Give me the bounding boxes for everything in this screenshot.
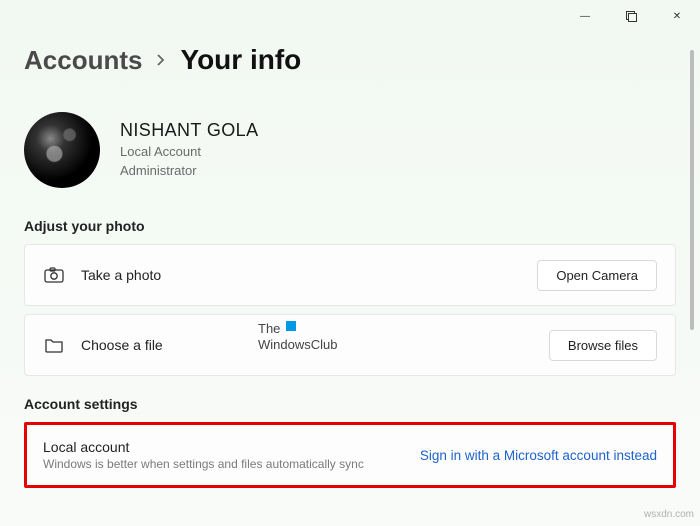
- minimize-button[interactable]: —: [562, 0, 608, 32]
- scrollbar[interactable]: [690, 50, 694, 330]
- sign-in-ms-account-link[interactable]: Sign in with a Microsoft account instead: [420, 448, 657, 463]
- take-photo-label: Take a photo: [81, 267, 537, 283]
- local-account-row: Local account Windows is better when set…: [24, 422, 676, 488]
- browse-files-button[interactable]: Browse files: [549, 330, 657, 361]
- window-controls: — ✕: [562, 0, 700, 32]
- profile-account-type: Local Account: [120, 143, 259, 161]
- folder-icon: [43, 337, 65, 353]
- choose-file-row: Choose a file Browse files: [24, 314, 676, 376]
- choose-file-label: Choose a file: [81, 337, 549, 353]
- account-settings-heading: Account settings: [24, 396, 676, 412]
- camera-icon: [43, 267, 65, 283]
- local-account-description: Windows is better when settings and file…: [43, 457, 420, 471]
- maximize-icon: [626, 11, 637, 22]
- close-button[interactable]: ✕: [654, 0, 700, 32]
- profile-name: NISHANT GOLA: [120, 120, 259, 141]
- breadcrumb: Accounts Your info: [24, 44, 676, 76]
- maximize-button[interactable]: [608, 0, 654, 32]
- avatar[interactable]: [24, 112, 100, 188]
- take-photo-row: Take a photo Open Camera: [24, 244, 676, 306]
- chevron-right-icon: [156, 53, 166, 67]
- profile-role: Administrator: [120, 162, 259, 180]
- attribution-text: wsxdn.com: [644, 509, 694, 520]
- profile-block: NISHANT GOLA Local Account Administrator: [24, 112, 676, 188]
- photo-section-heading: Adjust your photo: [24, 218, 676, 234]
- breadcrumb-parent[interactable]: Accounts: [24, 45, 142, 76]
- local-account-title: Local account: [43, 439, 420, 455]
- open-camera-button[interactable]: Open Camera: [537, 260, 657, 291]
- page-title: Your info: [180, 44, 301, 76]
